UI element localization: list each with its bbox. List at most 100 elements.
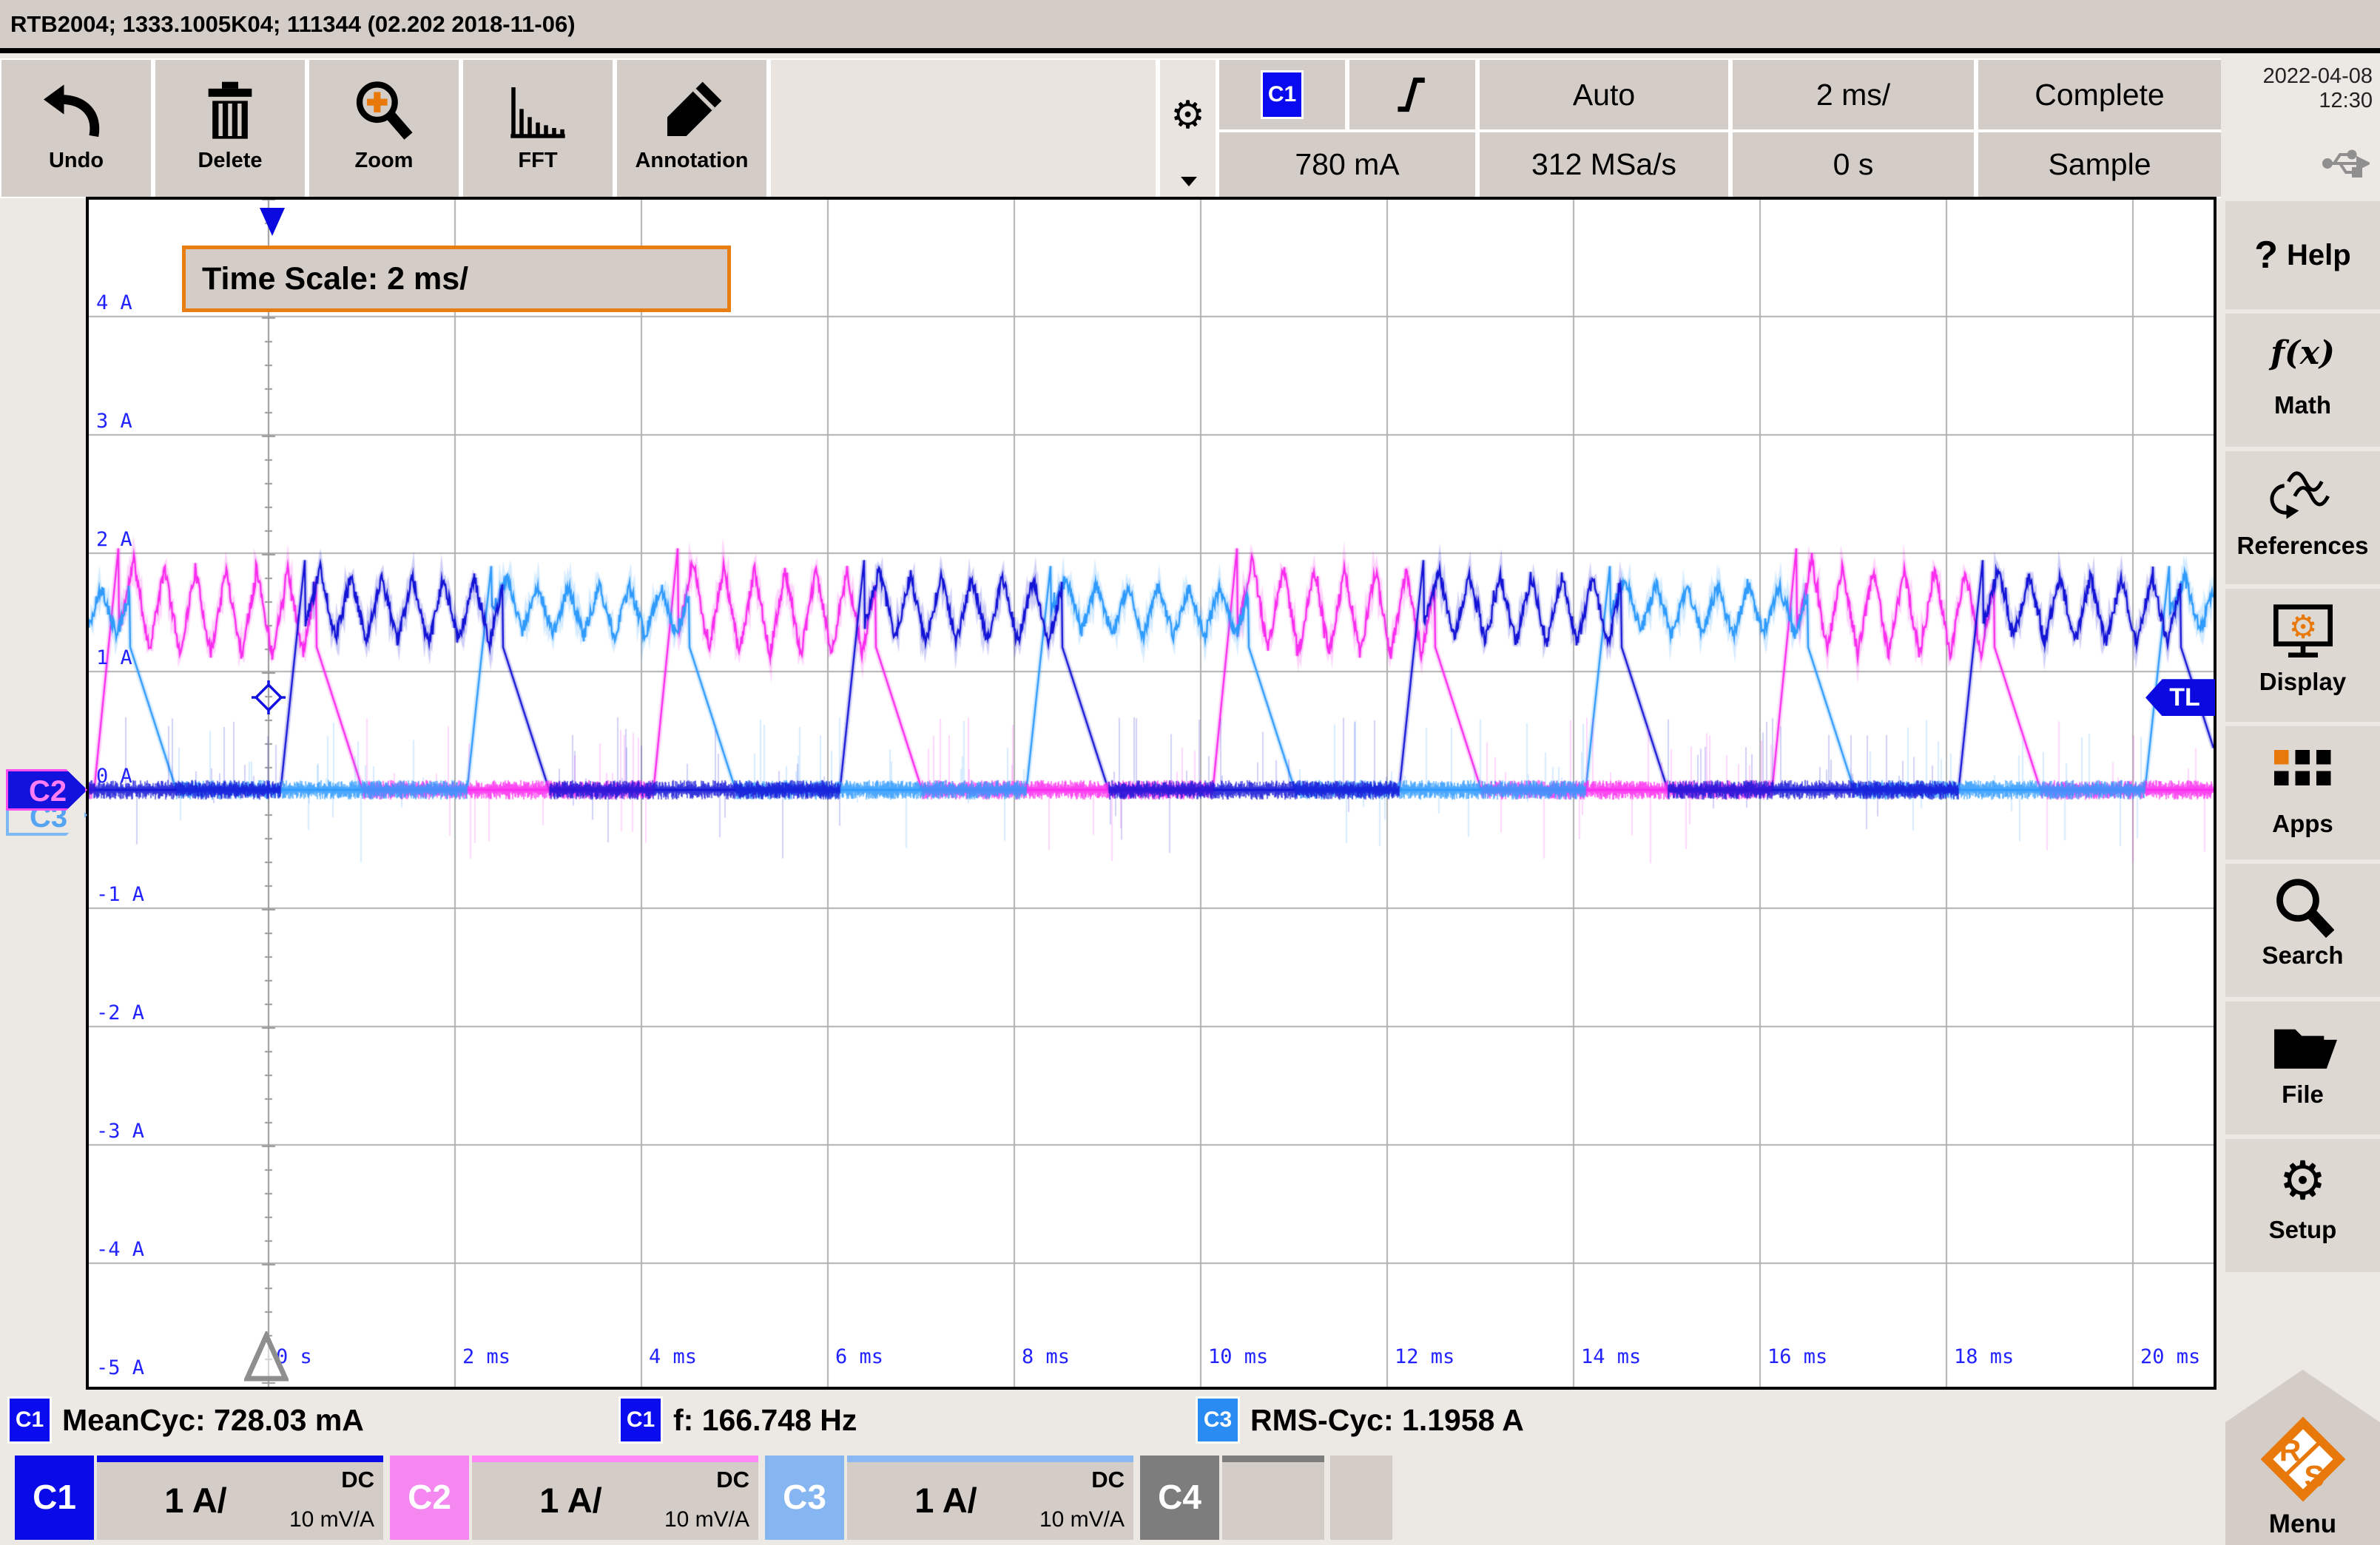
date-text: 2022-04-08: [2233, 64, 2373, 89]
time-text: 12:30: [2233, 89, 2373, 113]
device-id-text: RTB2004; 1333.1005K04; 111344 (02.202 20…: [10, 11, 576, 37]
measurement-bar: C1 MeanCyc: 728.03 mA C1 f: 166.748 Hz C…: [0, 1392, 2221, 1453]
channel-c4-settings[interactable]: [1222, 1456, 1324, 1540]
sidebar-item-apps[interactable]: Apps: [2225, 726, 2380, 859]
acq-state-value: Complete: [2035, 78, 2164, 112]
x-axis-label: 20 ms: [2140, 1345, 2200, 1368]
file-label: File: [2225, 1081, 2380, 1109]
sidebar-item-file[interactable]: File: [2225, 1001, 2380, 1135]
sidebar-item-setup[interactable]: ⚙ Setup: [2225, 1139, 2380, 1272]
time-scale-value: 2 ms/: [1816, 78, 1890, 112]
time-reference-marker: [244, 1331, 289, 1387]
references-icon: [2270, 464, 2336, 524]
help-label: Help: [2287, 239, 2351, 272]
channel-c4-badge[interactable]: C4: [1140, 1456, 1219, 1540]
annotation-button[interactable]: Annotation: [617, 60, 766, 197]
measurement-2[interactable]: C1 f: 166.748 Hz: [618, 1396, 857, 1444]
y-axis-label: -2 A: [96, 1001, 144, 1024]
y-axis-label: 2 A: [96, 528, 132, 551]
trigger-source-badge: C1: [1261, 70, 1304, 119]
measurement-3-source-badge: C3: [1196, 1396, 1240, 1444]
channel-c3-coupling: DC: [1091, 1467, 1125, 1493]
channel-c1-settings[interactable]: 1 A/ DC 10 mV/A: [97, 1456, 383, 1540]
apps-label: Apps: [2225, 810, 2380, 838]
trigger-source-cell[interactable]: C1: [1219, 60, 1345, 129]
y-axis-label: -3 A: [96, 1120, 144, 1143]
annotation-label: Annotation: [617, 149, 766, 173]
x-axis-label: 4 ms: [649, 1345, 697, 1368]
rohde-schwarz-logo: RS: [2255, 1411, 2351, 1507]
measurement-3-value: RMS-Cyc: 1.1958 A: [1250, 1403, 1524, 1438]
y-axis-label: 1 A: [96, 646, 132, 669]
zoom-label: Zoom: [309, 149, 459, 173]
x-axis-label: 2 ms: [462, 1345, 510, 1368]
pencil-icon: [659, 79, 724, 144]
channel-c3-badge[interactable]: C3: [765, 1456, 844, 1540]
x-axis-label: 14 ms: [1581, 1345, 1641, 1368]
undo-button[interactable]: Undo: [1, 60, 151, 197]
x-axis-label: 18 ms: [1954, 1345, 2014, 1368]
trash-icon: [198, 79, 263, 144]
sample-rate-cell[interactable]: 312 MSa/s: [1480, 132, 1728, 197]
undo-icon: [44, 79, 109, 144]
y-axis-label: 0 A: [96, 765, 132, 788]
menu-button[interactable]: RS Menu: [2225, 1370, 2380, 1545]
sidebar-item-search[interactable]: Search: [2225, 864, 2380, 997]
channel-c3-probe: 10 mV/A: [1039, 1507, 1125, 1532]
math-fx-icon: f(x): [2225, 334, 2380, 372]
channel-c2-badge[interactable]: C2: [390, 1456, 469, 1540]
references-label: References: [2225, 532, 2380, 560]
search-icon: [2272, 876, 2334, 938]
acq-mode-cell[interactable]: Sample: [1978, 132, 2221, 197]
oscilloscope-screen: RTB2004; 1333.1005K04; 111344 (02.202 20…: [0, 0, 2380, 1545]
sidebar-item-display[interactable]: ⚙ Display: [2225, 589, 2380, 722]
waveform-canvas[interactable]: [89, 200, 2214, 1387]
settings-gear-panel[interactable]: ⚙: [1160, 60, 1216, 197]
menu-label: Menu: [2225, 1509, 2380, 1539]
y-axis-label: -5 A: [96, 1356, 144, 1379]
fft-button[interactable]: FFT: [463, 60, 613, 197]
toolbar-spacer: [771, 60, 1156, 197]
trigger-slope-cell[interactable]: [1349, 60, 1475, 129]
trigger-mode-cell[interactable]: Auto: [1480, 60, 1728, 129]
sidebar-item-references[interactable]: References: [2225, 451, 2380, 584]
fft-label: FFT: [463, 149, 613, 173]
time-scale-cell[interactable]: 2 ms/: [1733, 60, 1974, 129]
horizontal-position-cell[interactable]: 0 s: [1733, 132, 1974, 197]
channel-c2-settings[interactable]: 1 A/ DC 10 mV/A: [472, 1456, 758, 1540]
search-label: Search: [2225, 941, 2380, 970]
trigger-level-cell[interactable]: 780 mA: [1219, 132, 1475, 197]
measurement-1-value: MeanCyc: 728.03 mA: [62, 1403, 364, 1438]
measurement-3[interactable]: C3 RMS-Cyc: 1.1958 A: [1196, 1396, 1524, 1444]
display-icon: ⚙: [2268, 602, 2339, 661]
channel-c2-probe: 10 mV/A: [664, 1507, 749, 1532]
horizontal-position-value: 0 s: [1833, 147, 1874, 182]
measurement-1-source-badge: C1: [7, 1396, 52, 1444]
zoom-icon: [351, 79, 417, 144]
channel-c1-badge[interactable]: C1: [15, 1456, 94, 1540]
channel-c1-scale: 1 A/: [97, 1480, 294, 1521]
undo-label: Undo: [1, 149, 151, 173]
y-axis-label: 4 A: [96, 291, 132, 314]
time-scale-tooltip: Time Scale: 2 ms/: [182, 246, 731, 312]
datetime-panel: 2022-04-08 12:30: [2225, 58, 2380, 197]
sample-rate-value: 312 MSa/s: [1531, 147, 1676, 182]
trigger-level-value: 780 mA: [1295, 147, 1399, 182]
measurement-1[interactable]: C1 MeanCyc: 728.03 mA: [7, 1396, 364, 1444]
folder-icon: [2269, 1018, 2337, 1072]
sidebar-item-math[interactable]: f(x) Math: [2225, 314, 2380, 447]
channel-bar-spacer: [1330, 1456, 1392, 1540]
trigger-position-marker[interactable]: [260, 208, 285, 236]
title-bar: RTB2004; 1333.1005K04; 111344 (02.202 20…: [0, 0, 2380, 53]
setup-label: Setup: [2225, 1216, 2380, 1244]
display-label: Display: [2225, 668, 2380, 696]
channel-c3-settings[interactable]: 1 A/ DC 10 mV/A: [847, 1456, 1133, 1540]
x-axis-label: 8 ms: [1022, 1345, 1070, 1368]
zoom-button[interactable]: Zoom: [309, 60, 459, 197]
acq-state-cell[interactable]: Complete: [1978, 60, 2221, 129]
delete-label: Delete: [155, 149, 305, 173]
delete-button[interactable]: Delete: [155, 60, 305, 197]
channel-bar: C1 1 A/ DC 10 mV/A C2 1 A/ DC 10 mV/A C3…: [0, 1453, 2221, 1545]
sidebar-item-help[interactable]: ? Help: [2225, 201, 2380, 309]
math-label: Math: [2225, 391, 2380, 419]
